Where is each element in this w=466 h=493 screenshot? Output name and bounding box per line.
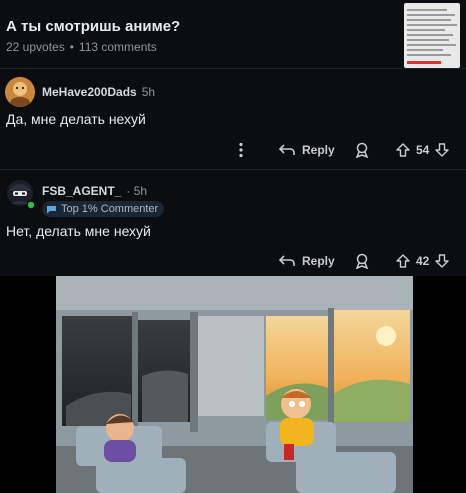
upvote-count: 22 upvotes <box>6 40 65 54</box>
top-commenter-badge: Top 1% Commenter <box>42 201 165 217</box>
comment-actions: Reply 54 <box>0 137 466 163</box>
comment-badge-icon <box>47 205 56 213</box>
post-title[interactable]: А ты смотришь аниме? <box>6 18 180 35</box>
comment-author[interactable]: FSB_AGENT_ <box>42 184 121 198</box>
reply-label: Reply <box>302 254 335 268</box>
downvote-icon[interactable] <box>435 143 450 157</box>
avatar-icon <box>5 77 35 107</box>
reply-icon <box>278 144 295 155</box>
post-thumbnail[interactable] <box>404 3 460 68</box>
award-button[interactable] <box>354 137 370 163</box>
vote-score: 42 <box>416 254 430 268</box>
comment-2: FSB_AGENT_ · 5h Top 1% Commenter Нет, дел… <box>0 170 466 276</box>
online-status-icon <box>27 201 35 209</box>
downvote-icon[interactable] <box>435 254 450 268</box>
award-icon <box>355 142 369 158</box>
comment-text: Да, мне делать нехуй <box>6 111 146 127</box>
comment-time: 5h <box>141 85 156 99</box>
comment-1: MeHave200Dads 5h Да, мне делать нехуй Rep… <box>0 69 466 169</box>
comment-author[interactable]: MeHave200Dads <box>42 85 137 99</box>
reply-button[interactable]: Reply <box>278 248 335 274</box>
comment-time: · 5h <box>126 184 148 198</box>
comment-author-row: FSB_AGENT_ · 5h <box>42 184 147 198</box>
comment-author-row: MeHave200Dads 5h <box>42 85 155 99</box>
avatar[interactable] <box>5 178 36 210</box>
reply-label: Reply <box>302 143 335 157</box>
reply-icon <box>278 255 295 266</box>
award-icon <box>355 253 369 269</box>
vote-control: 42 <box>396 248 450 274</box>
award-button[interactable] <box>354 248 370 274</box>
vote-score: 54 <box>416 143 430 157</box>
reply-button[interactable]: Reply <box>278 137 335 163</box>
comment-count: 113 comments <box>78 40 157 54</box>
upvote-icon[interactable] <box>396 143 410 157</box>
avatar[interactable] <box>5 77 35 107</box>
vote-control: 54 <box>396 137 450 163</box>
separator-dot: • <box>69 40 74 54</box>
badge-label: Top 1% Commenter <box>61 203 159 215</box>
comment-actions: Reply 42 <box>0 248 466 274</box>
bus-meme-illustration <box>56 276 413 493</box>
more-options-icon[interactable] <box>238 137 244 163</box>
comment-text: Нет, делать мне нехуй <box>6 223 151 239</box>
meme-image[interactable] <box>56 276 413 493</box>
avatar-icon <box>7 180 36 210</box>
upvote-icon[interactable] <box>396 254 410 268</box>
post-meta: 22 upvotes • 113 comments <box>6 40 157 54</box>
post-header: А ты смотришь аниме? 22 upvotes • 113 comm… <box>0 0 466 68</box>
